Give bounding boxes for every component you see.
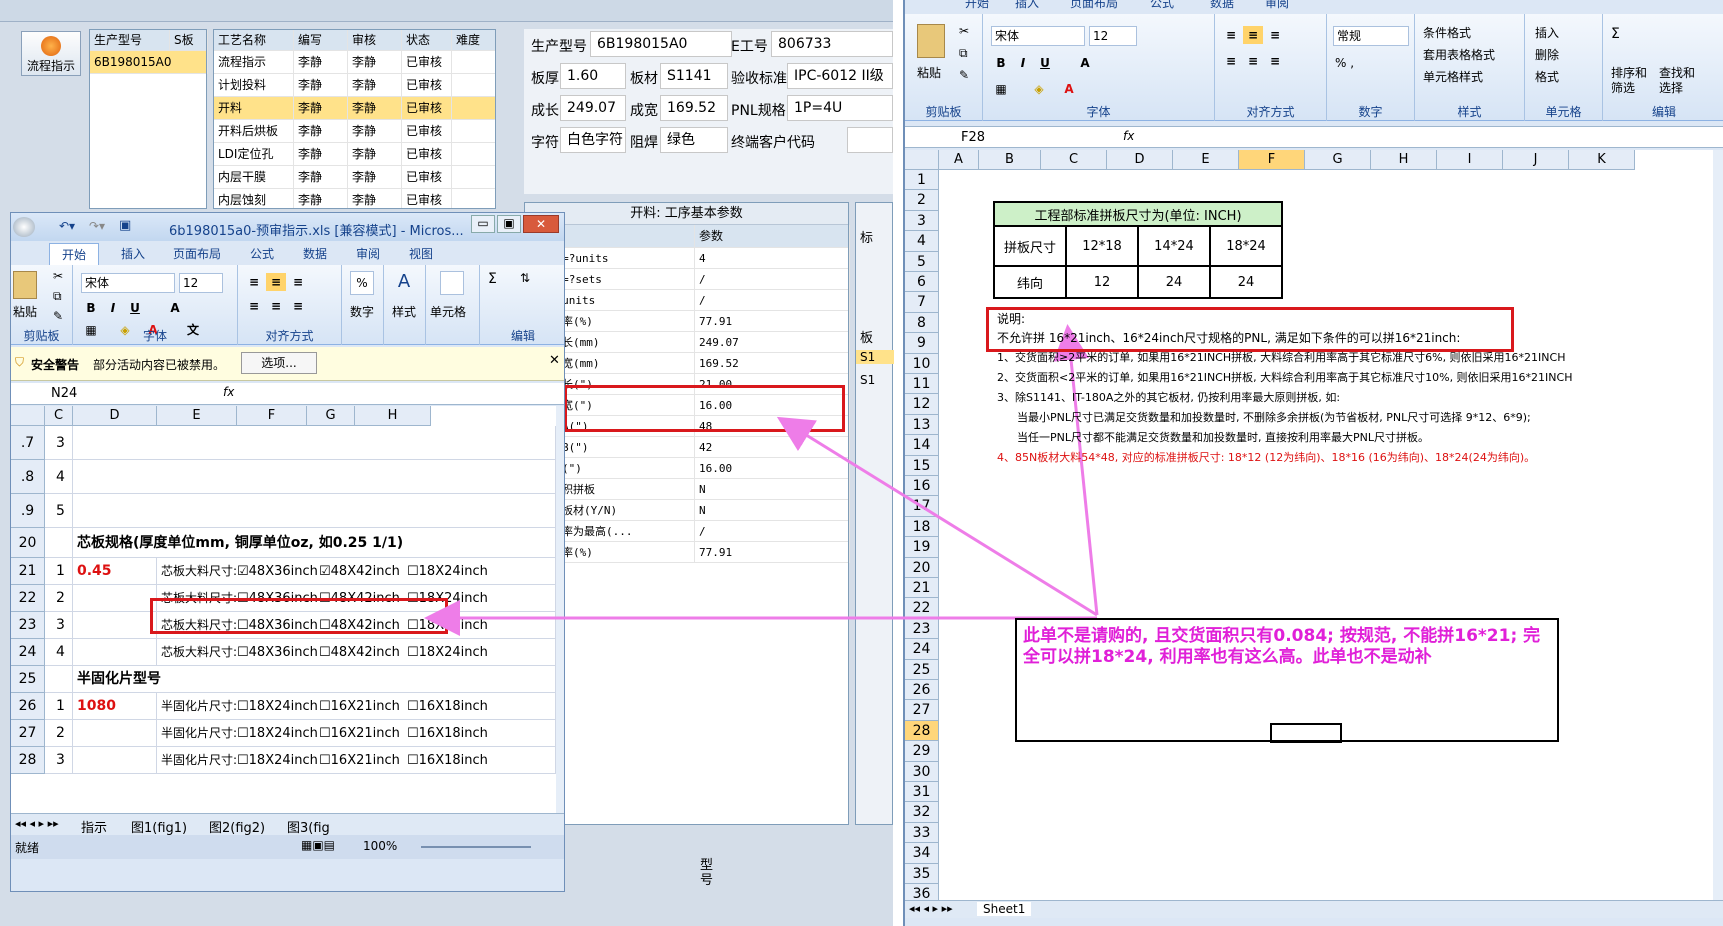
rule-line-1[interactable]: 1、交货面积≥2平米的订单, 如果用16*21INCH拼板, 大料综合利用率高于… [997, 349, 1565, 365]
table-cell[interactable]: 12*18 [1065, 225, 1139, 267]
table-cell[interactable]: 14*24 [1136, 225, 1211, 267]
table-cell[interactable]: 24 [1136, 265, 1211, 299]
note-line[interactable]: 不允许拼 16*21inch、16*24inch尺寸规格的PNL, 满足如下条件… [997, 329, 1460, 346]
rule-line-6[interactable]: 4、85N板材大料54*48, 对应的标准拼板尺寸: 18*12 (12为纬向)… [997, 449, 1535, 465]
table-cell[interactable]: 纬向 [993, 265, 1067, 299]
rule-line-3[interactable]: 3、除S1141、IT-180A之外的其它板材, 仍按利用率最大原则拼板, 如: [997, 389, 1340, 405]
standard-size-table: 工程部标准拼板尺寸为(单位: INCH) 拼板尺寸 12*18 14*24 18*24… [993, 201, 1284, 299]
table-cell[interactable]: 拼板尺寸 [993, 225, 1067, 267]
selected-cell[interactable] [1270, 723, 1342, 743]
rule-line-4[interactable]: 当最小PNL尺寸已满足交货数量和加投数量时, 不删除多余拼板(为节省板材, PN… [1017, 409, 1531, 425]
table-cell[interactable]: 24 [1208, 265, 1284, 299]
table-cell[interactable]: 18*24 [1208, 225, 1284, 267]
table-title[interactable]: 工程部标准拼板尺寸为(单位: INCH) [993, 201, 1283, 227]
rule-line-5[interactable]: 当任一PNL尺寸都不能满足交货数量和加投数量时, 直接按利用率最大PNL尺寸拼板… [1017, 429, 1429, 445]
table-cell[interactable]: 12 [1065, 265, 1139, 299]
note-title[interactable]: 说明: [997, 310, 1025, 327]
rule-line-2[interactable]: 2、交货面积<2平米的订单, 如果用16*21INCH拼板, 大料综合利用率高于… [997, 369, 1572, 385]
